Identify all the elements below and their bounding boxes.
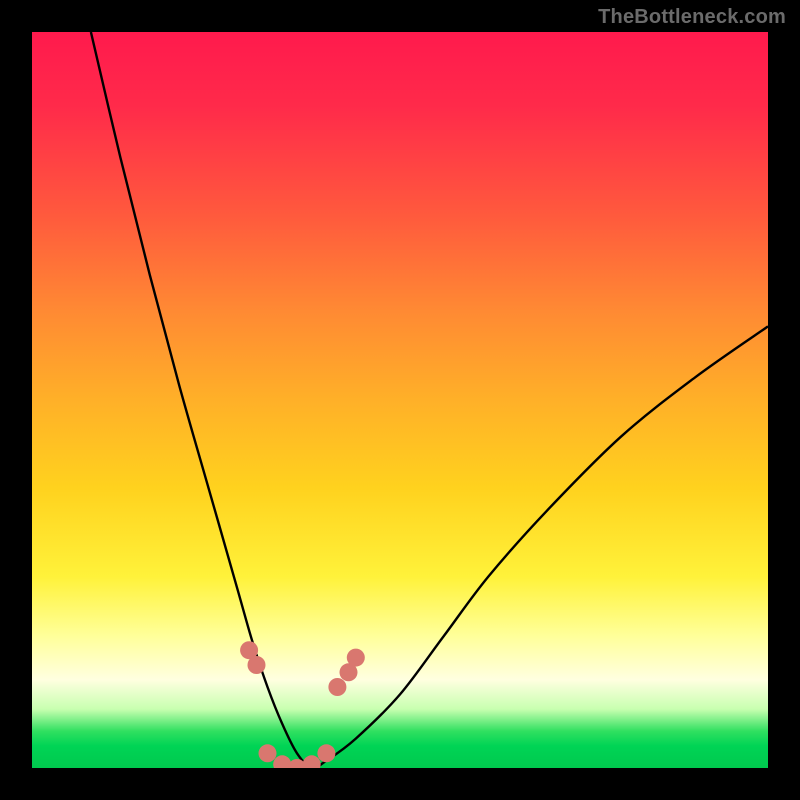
marker-group — [240, 641, 365, 768]
curve-svg — [32, 32, 768, 768]
bottleneck-curve — [91, 32, 768, 768]
chart-frame: TheBottleneck.com — [0, 0, 800, 800]
plot-area — [32, 32, 768, 768]
highlight-dot — [259, 744, 277, 762]
highlight-dot — [347, 649, 365, 667]
watermark-text: TheBottleneck.com — [598, 6, 786, 29]
curve-group — [91, 32, 768, 768]
highlight-dot — [248, 656, 266, 674]
highlight-dot — [303, 755, 321, 768]
highlight-dot — [328, 678, 346, 696]
highlight-dot — [317, 744, 335, 762]
